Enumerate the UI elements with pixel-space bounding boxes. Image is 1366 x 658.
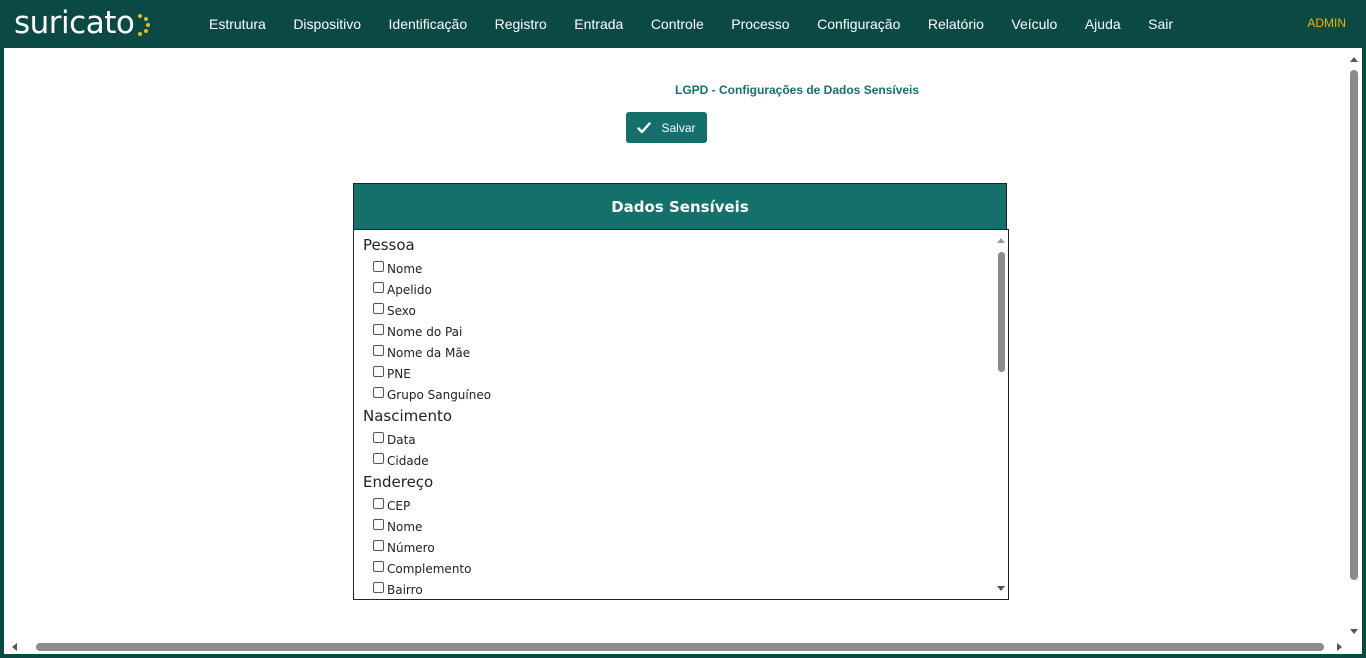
page-vertical-thumb[interactable] (1350, 70, 1358, 580)
field-checkbox-row[interactable]: PNE (363, 363, 993, 384)
panel-header: Dados Sensíveis (353, 183, 1007, 230)
suricato-logo[interactable]: suricato (14, 4, 152, 42)
field-checkbox-row[interactable]: CEP (363, 495, 993, 516)
user-menu[interactable]: ADMIN (1307, 16, 1346, 30)
field-checkbox-row[interactable]: Número (363, 537, 993, 558)
checkbox[interactable] (373, 519, 384, 530)
checkbox-label: Nome (387, 519, 423, 534)
nav-item-registro[interactable]: Registro (495, 16, 547, 32)
list-scrollbar[interactable] (994, 230, 1008, 599)
list-scroll-thumb[interactable] (998, 252, 1005, 372)
field-checkbox-row[interactable]: Cidade (363, 450, 993, 471)
checkbox-label: Cidade (387, 453, 429, 468)
field-checkbox-row[interactable]: Nome (363, 258, 993, 279)
nav-item-estrutura[interactable]: Estrutura (209, 16, 266, 32)
section-title: Pessoa (363, 236, 415, 254)
checkbox-label: Complemento (387, 561, 472, 576)
checkbox[interactable] (373, 498, 384, 509)
nav-item-veiculo[interactable]: Veículo (1011, 16, 1057, 32)
checkbox-label: Nome (387, 261, 423, 276)
checkbox-label: Sexo (387, 303, 416, 318)
save-label: Salvar (661, 120, 696, 135)
checkbox-label: Data (387, 432, 416, 447)
checkbox[interactable] (373, 324, 384, 335)
checkbox[interactable] (373, 432, 384, 443)
page-title: LGPD - Configurações de Dados Sensíveis (675, 83, 920, 97)
nav-item-ajuda[interactable]: Ajuda (1085, 16, 1121, 32)
nav-item-dispositivo[interactable]: Dispositivo (293, 16, 361, 32)
nav-item-processo[interactable]: Processo (731, 16, 789, 32)
field-checkbox-row[interactable]: Complemento (363, 558, 993, 579)
checkbox[interactable] (373, 561, 384, 572)
scroll-down-arrow-icon[interactable] (997, 586, 1005, 591)
checkbox-label: Nome da Mãe (387, 345, 471, 360)
checkbox[interactable] (373, 540, 384, 551)
page-scroll-down-icon[interactable] (1350, 629, 1358, 634)
nav-item-relatorio[interactable]: Relatório (928, 16, 984, 32)
nav-item-configuracao[interactable]: Configuração (817, 16, 900, 32)
section-title: Endereço (363, 473, 434, 491)
sensitive-data-list[interactable]: Pessoa Nome Apelido Sexo Nome do Pai Nome da … (353, 229, 1009, 600)
checkbox-label: CEP (387, 498, 411, 513)
logo-dots-icon (132, 10, 152, 36)
field-checkbox-row[interactable]: Sexo (363, 300, 993, 321)
page-scroll-left-icon[interactable] (12, 643, 17, 651)
field-checkbox-row[interactable]: Nome da Mãe (363, 342, 993, 363)
page-horizontal-thumb[interactable] (36, 643, 1324, 651)
save-button[interactable]: Salvar (626, 112, 707, 143)
checkbox[interactable] (373, 282, 384, 293)
checkbox[interactable] (373, 453, 384, 464)
nav-item-entrada[interactable]: Entrada (574, 16, 623, 32)
field-checkbox-row[interactable]: Nome (363, 516, 993, 537)
checkbox-label: PNE (387, 366, 411, 381)
field-checkbox-row[interactable]: Grupo Sanguíneo (363, 384, 993, 405)
checkbox[interactable] (373, 345, 384, 356)
checkbox[interactable] (373, 387, 384, 398)
field-checkbox-row[interactable]: Data (363, 429, 993, 450)
checkbox[interactable] (373, 261, 384, 272)
navbar: suricato Estrutura Dispositivo Identificaç… (4, 0, 1362, 48)
logo-text: suricato (14, 5, 135, 41)
checkbox[interactable] (373, 366, 384, 377)
checkbox[interactable] (373, 582, 384, 593)
sensitive-data-content: Pessoa Nome Apelido Sexo Nome do Pai Nome da … (363, 234, 993, 599)
checkbox[interactable] (373, 303, 384, 314)
app-frame: suricato Estrutura Dispositivo Identificaç… (4, 0, 1362, 654)
page-horizontal-scrollbar[interactable] (4, 638, 1346, 654)
page-vertical-scrollbar[interactable] (1346, 48, 1362, 638)
nav-item-sair[interactable]: Sair (1148, 16, 1173, 32)
checkbox-label: Grupo Sanguíneo (387, 387, 492, 402)
checkbox-label: Número (387, 540, 435, 555)
nav-item-controle[interactable]: Controle (651, 16, 704, 32)
page-scroll-right-icon[interactable] (1337, 643, 1342, 651)
page-scroll-up-icon[interactable] (1350, 57, 1358, 62)
checkbox-label: Apelido (387, 282, 432, 297)
checkbox-label: Bairro (387, 582, 423, 597)
field-checkbox-row[interactable]: Nome do Pai (363, 321, 993, 342)
scroll-up-arrow-icon[interactable] (997, 238, 1005, 243)
main-menu: Estrutura Dispositivo Identificação Registr… (209, 0, 1201, 48)
field-checkbox-row[interactable]: Bairro (363, 579, 993, 599)
checkbox-label: Nome do Pai (387, 324, 463, 339)
check-icon (637, 121, 652, 134)
nav-item-identificacao[interactable]: Identificação (389, 16, 468, 32)
field-checkbox-row[interactable]: Apelido (363, 279, 993, 300)
section-title: Nascimento (363, 407, 453, 425)
